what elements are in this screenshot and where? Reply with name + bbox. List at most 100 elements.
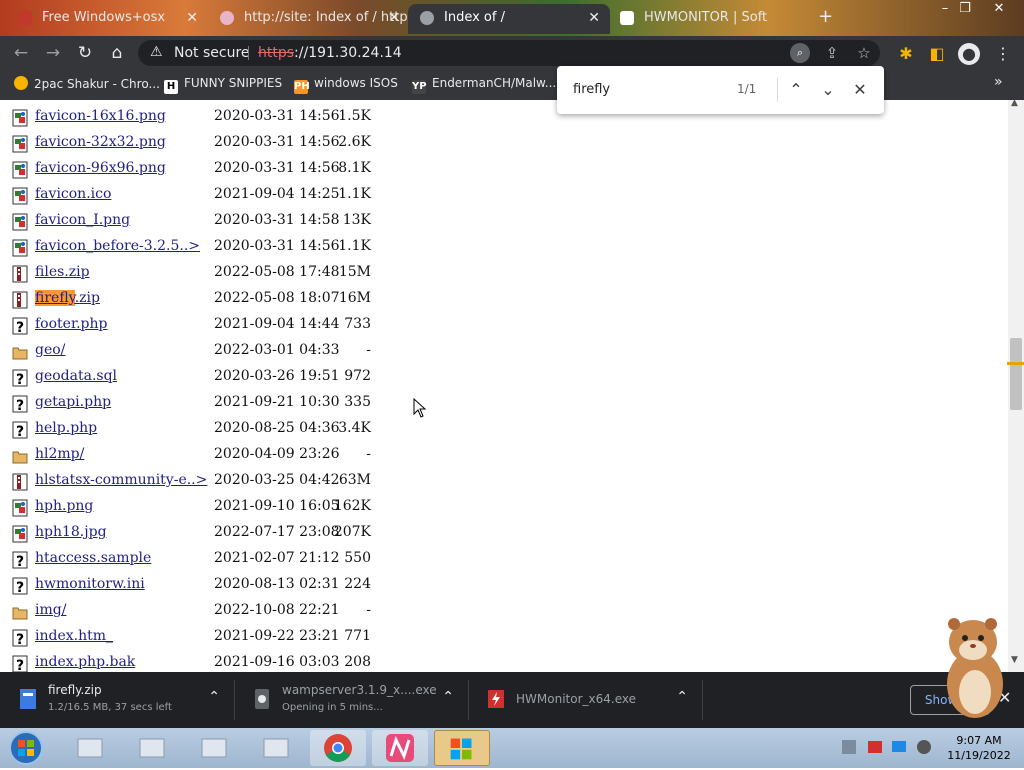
tab-http-site[interactable]: http://site: Index of / http ✕ [208, 4, 410, 34]
tab-free-windows[interactable]: Free Windows+osx ✕ [6, 4, 208, 34]
side-panel-icon[interactable]: ◧ [926, 43, 948, 65]
security-label[interactable]: Not secure [174, 45, 250, 61]
file-name: hl2mp/ [35, 446, 85, 462]
back-arrow-icon[interactable]: ← [10, 42, 32, 64]
close-icon[interactable]: ✕ [186, 4, 198, 32]
bookmark-item[interactable]: 2pac Shakur - Chro... [14, 76, 160, 91]
chevron-up-icon[interactable]: ⌃ [442, 689, 454, 705]
scrollbar-thumb[interactable] [1010, 338, 1022, 410]
file-link[interactable]: hlstatsx-community-e..> [35, 472, 207, 488]
address-bar[interactable]: ⚠ Not secure https://191.30.24.14 ⌕ ⇪ ☆ [138, 40, 880, 66]
forward-arrow-icon[interactable]: → [42, 42, 64, 64]
warning-icon[interactable]: ⚠ [150, 44, 163, 60]
file-link[interactable]: index.htm_ [35, 628, 113, 644]
file-link[interactable]: firefly.zip [35, 290, 100, 306]
file-link[interactable]: favicon_I.png [35, 212, 130, 228]
find-in-page-icon[interactable]: ⌕ [790, 43, 810, 63]
download-item-firefly[interactable]: firefly.zip 1.2/16.5 MB, 37 secs left ⌃ [0, 680, 232, 720]
reload-icon[interactable]: ↻ [74, 42, 96, 64]
chevron-up-icon[interactable]: ⌃ [676, 689, 688, 705]
file-link[interactable]: hwmonitorw.ini [35, 576, 145, 592]
file-date: 2022-03-01 04:33 [214, 342, 340, 358]
chevron-up-icon[interactable]: ⌃ [208, 689, 220, 705]
file-link[interactable]: help.php [35, 420, 97, 436]
file-link[interactable]: favicon-96x96.png [35, 160, 166, 176]
window-close-icon[interactable]: ✕ [984, 0, 1014, 18]
menu-kebab-icon[interactable]: ⋮ [992, 43, 1014, 65]
find-previous-chevron-up-icon[interactable]: ⌃ [784, 78, 808, 102]
find-match-count: 1/1 [737, 82, 757, 96]
find-close-icon[interactable]: ✕ [848, 78, 872, 102]
url-text[interactable]: https://191.30.24.14 [258, 45, 402, 61]
file-link[interactable]: favicon_before-3.2.5..> [35, 238, 200, 254]
file-link[interactable]: index.php.bak [35, 654, 135, 670]
download-divider [702, 680, 703, 720]
profile-avatar-icon[interactable]: ● [958, 43, 980, 65]
download-item-hwmonitor[interactable]: HWMonitor_x64.exe ⌃ [468, 680, 700, 720]
taskbar-app-active[interactable] [434, 730, 490, 766]
maximize-icon[interactable]: ❐ [950, 0, 980, 18]
taskbar-clock[interactable]: 9:07 AM 11/19/2022 [944, 733, 1014, 763]
tab-hwmonitor[interactable]: HWMONITOR | Soft [608, 4, 810, 34]
taskbar-app-explorer[interactable] [62, 730, 118, 766]
extensions-puzzle-icon[interactable]: ✱ [895, 43, 917, 65]
new-tab-plus-icon[interactable]: + [818, 6, 833, 27]
taskbar-app-pink[interactable] [372, 730, 428, 766]
file-date: 2020-08-13 02:31 [214, 576, 340, 592]
bookmark-item[interactable]: H FUNNY SNIPPIES [164, 76, 282, 94]
taskbar-app-window[interactable] [248, 730, 304, 766]
unknown-file-icon: ? [12, 369, 28, 388]
file-link[interactable]: hph18.jpg [35, 524, 107, 540]
file-link[interactable]: getapi.php [35, 394, 111, 410]
file-link[interactable]: favicon-32x32.png [35, 134, 166, 150]
share-icon[interactable]: ⇪ [822, 43, 842, 63]
file-link[interactable]: footer.php [35, 316, 108, 332]
file-name: img/ [35, 602, 67, 618]
omnibox-divider [248, 46, 249, 60]
file-link[interactable]: img/ [35, 602, 66, 618]
file-link[interactable]: favicon.ico [35, 186, 111, 202]
start-orb-icon[interactable] [6, 729, 46, 767]
monitor-icon [892, 741, 906, 752]
file-size: 733 [344, 316, 371, 332]
download-filename: firefly.zip [48, 683, 102, 697]
home-icon[interactable]: ⌂ [106, 42, 128, 64]
find-next-chevron-down-icon[interactable]: ⌄ [816, 78, 840, 102]
window-placeholder-icon [77, 738, 103, 758]
taskbar-app-chrome[interactable] [310, 730, 366, 766]
file-link[interactable]: files.zip [35, 264, 90, 280]
file-date: 2020-03-31 14:56 [214, 108, 340, 124]
file-size: 3.4K [338, 420, 371, 436]
tab-index-of[interactable]: Index of / ✕ [408, 4, 610, 34]
close-icon[interactable]: ✕ [588, 4, 600, 32]
file-name: .zip [74, 290, 100, 306]
scroll-down-arrow-icon[interactable]: ▼ [1011, 655, 1018, 665]
taskbar-app-window[interactable] [124, 730, 180, 766]
file-size: 2.6K [338, 134, 371, 150]
file-date: 2022-05-08 18:07 [214, 290, 340, 306]
file-link[interactable]: geo/ [35, 342, 65, 358]
scroll-up-arrow-icon[interactable]: ▲ [1011, 98, 1018, 108]
more-bookmarks-chevron-icon[interactable]: » [994, 74, 1003, 90]
file-date: 2022-05-08 17:48 [214, 264, 340, 280]
file-link[interactable]: htaccess.sample [35, 550, 151, 566]
zip-file-icon [20, 689, 36, 709]
close-icon[interactable]: ✕ [388, 4, 400, 32]
window-placeholder-icon [201, 738, 227, 758]
find-input[interactable]: firefly [573, 82, 610, 97]
hamster-desktop-pet[interactable] [935, 612, 1010, 720]
file-link[interactable]: geodata.sql [35, 368, 117, 384]
find-divider [777, 78, 778, 102]
bookmark-item[interactable]: PH windows ISOS [294, 76, 398, 94]
bookmark-star-icon[interactable]: ☆ [854, 43, 874, 63]
image-file-icon [12, 213, 28, 231]
download-item-wampserver[interactable]: wampserver3.1.9_x....exe Opening in 5 mi… [234, 680, 466, 720]
file-link[interactable]: hph.png [35, 498, 93, 514]
taskbar-app-window[interactable] [186, 730, 242, 766]
file-link[interactable]: hl2mp/ [35, 446, 84, 462]
hwmonitor-icon [488, 690, 504, 708]
bookmark-item[interactable]: YP EndermanCH/Malw... [412, 76, 556, 94]
file-link[interactable]: favicon-16x16.png [35, 108, 166, 124]
exe-file-icon [255, 689, 269, 709]
file-date: 2020-03-25 04:42 [214, 472, 340, 488]
